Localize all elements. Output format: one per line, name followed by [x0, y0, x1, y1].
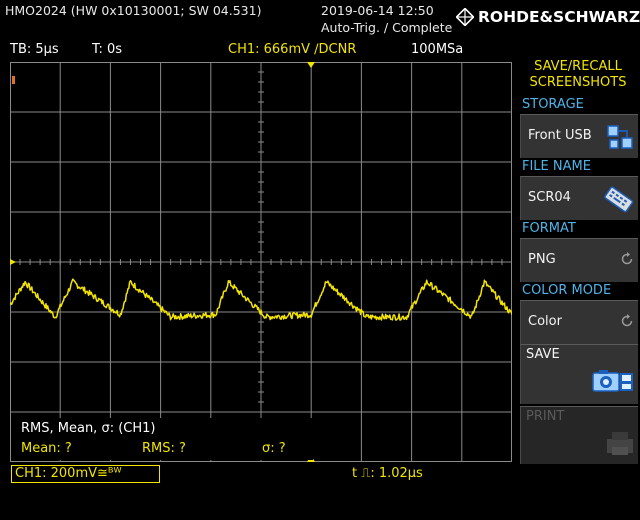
datetime-readout: 2019-06-14 12:50: [321, 3, 434, 18]
file-name-value: SCR04: [528, 190, 571, 205]
status-bar: TB: 5µs T: 0s CH1: 666mV ∕DCNR 100MSa: [0, 40, 512, 60]
pulse-width-readout: t ⎍: 1.02µs: [352, 466, 423, 481]
rs-diamond-icon: [456, 8, 474, 26]
timebase-readout[interactable]: TB: 5µs: [10, 42, 59, 57]
trigger-position-marker[interactable]: [307, 62, 315, 68]
usb-drive-icon: [607, 125, 633, 149]
color-mode-button[interactable]: Color: [520, 300, 638, 344]
file-name-button[interactable]: SCR04: [520, 176, 638, 220]
save-button[interactable]: SAVE: [520, 344, 638, 404]
sample-rate-readout: 100MSa: [411, 42, 464, 57]
save-label: SAVE: [526, 347, 560, 362]
device-info: HMO2024 (HW 0x10130001; SW 04.531): [5, 3, 262, 18]
sigma-readout: σ: ?: [262, 441, 286, 456]
channel-info-readout[interactable]: CH1: 666mV ∕DCNR: [228, 42, 356, 57]
color-mode-value: Color: [528, 314, 562, 329]
rotary-knob-icon: [621, 314, 633, 327]
format-label: FORMAT: [522, 221, 576, 236]
trigger-status: Auto-Trig. / Complete: [321, 20, 453, 35]
storage-button[interactable]: Front USB: [520, 114, 638, 158]
color-mode-label: COLOR MODE: [522, 283, 612, 298]
menu-title-line1: SAVE/RECALL: [534, 59, 622, 74]
print-label: PRINT: [526, 409, 565, 424]
rotary-knob-icon: [621, 252, 633, 265]
trigger-time-readout[interactable]: T: 0s: [92, 42, 122, 57]
rms-readout: RMS: ?: [142, 441, 186, 456]
brand-logo: ROHDE&SCHWARZ: [456, 8, 640, 26]
camera-save-icon: [592, 370, 633, 392]
storage-value: Front USB: [528, 128, 592, 143]
menu-title-line2: SCREENSHOTS: [529, 75, 627, 90]
ch1-ground-marker[interactable]: [10, 259, 16, 265]
measurement-title: RMS, Mean, σ: (CH1): [21, 421, 156, 436]
measurement-panel: RMS, Mean, σ: (CH1) Mean: ? RMS: ? σ: ?: [13, 418, 313, 460]
ch1-scale-badge[interactable]: CH1: 200mV≅ᴮᵂ: [11, 465, 160, 483]
graticule: [10, 62, 512, 462]
trigger-level-marker[interactable]: [12, 76, 15, 84]
keyboard-edit-icon: [604, 186, 634, 213]
menu-title: SAVE/RECALL SCREENSHOTS: [516, 59, 640, 91]
bottom-status-bar: CH1: 200mV≅ᴮᵂ t ⎍: 1.02µs: [0, 464, 512, 484]
brand-text: ROHDE&SCHWARZ: [478, 8, 640, 26]
print-button[interactable]: PRINT: [520, 406, 638, 464]
storage-label: STORAGE: [522, 97, 584, 112]
side-menu: SAVE/RECALL SCREENSHOTS STORAGE Front US…: [516, 58, 640, 520]
mean-readout: Mean: ?: [21, 441, 72, 456]
scope-display[interactable]: [10, 62, 512, 462]
file-name-label: FILE NAME: [522, 159, 591, 174]
printer-icon: [607, 432, 633, 455]
format-button[interactable]: PNG: [520, 238, 638, 282]
format-value: PNG: [528, 252, 556, 267]
